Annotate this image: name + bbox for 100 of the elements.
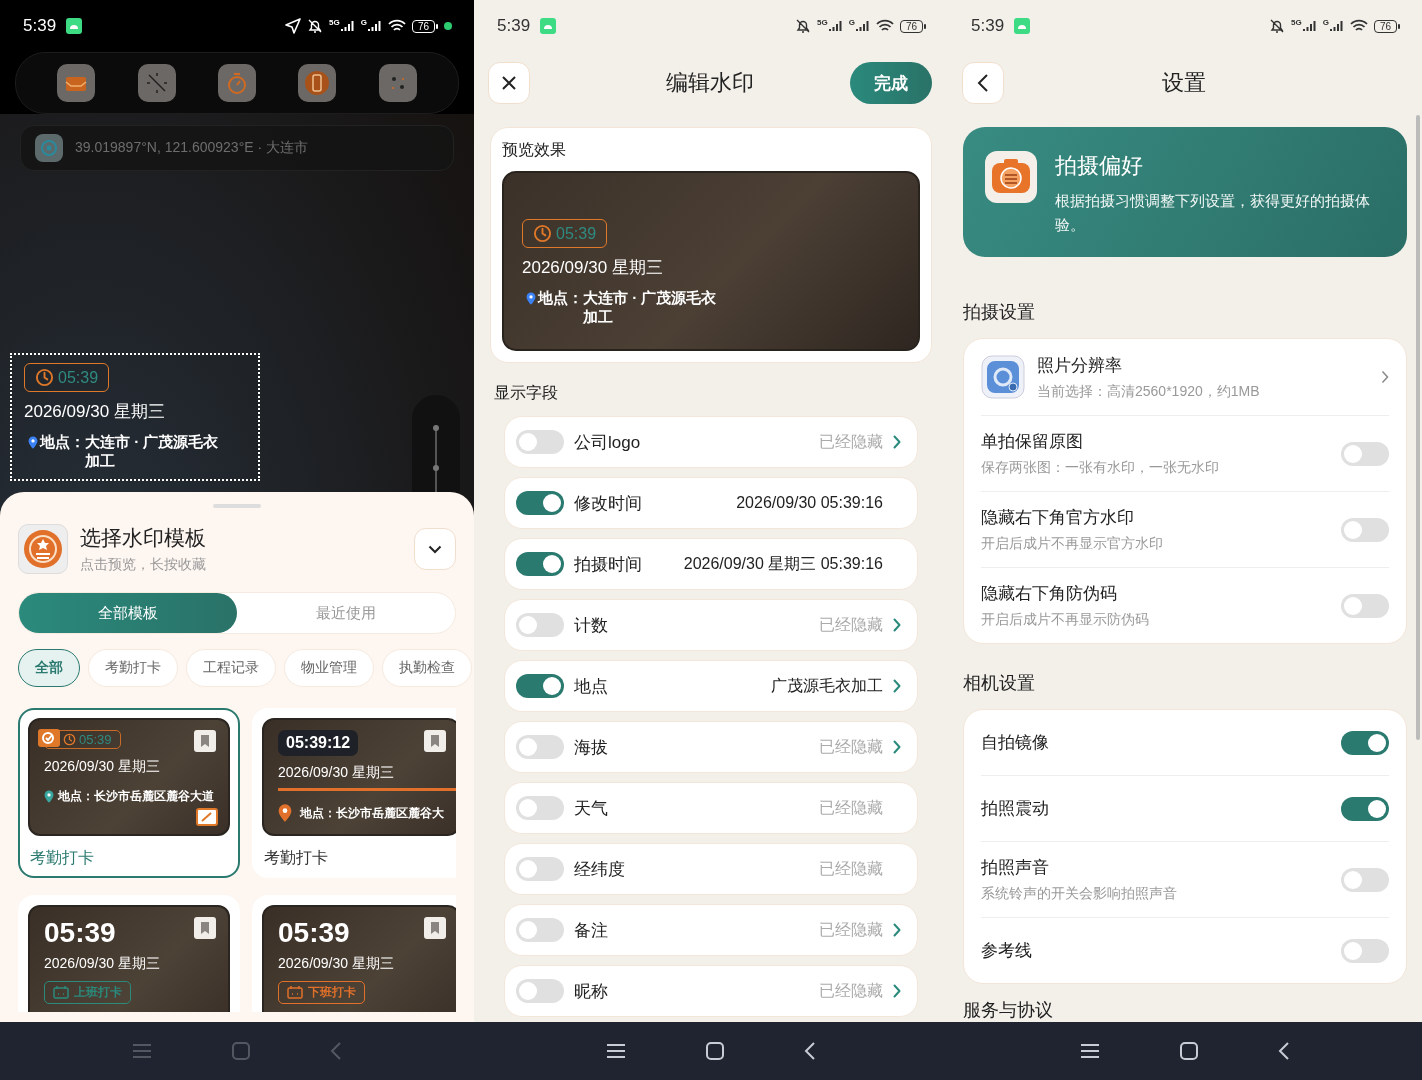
calendar-icon <box>287 986 303 999</box>
toggle-switch[interactable] <box>1341 938 1389 963</box>
category-chip[interactable]: 物业管理 <box>284 649 374 687</box>
setting-title: 隐藏右下角防伪码 <box>981 583 1118 605</box>
toggle-switch[interactable] <box>516 613 564 637</box>
section-heading: 显示字段 <box>494 383 559 403</box>
template-card[interactable]: 05:39 2026/09/30 星期三 上班打卡 <box>18 895 240 1012</box>
back-icon[interactable] <box>804 1042 816 1060</box>
field-value: 已经隐藏 <box>819 797 883 818</box>
bell-off-icon <box>1268 18 1285 34</box>
tab[interactable]: 全部模板 <box>19 593 237 633</box>
home-icon[interactable] <box>706 1042 724 1060</box>
coordinates-text: 39.019897°N, 121.600923°E · 大连市 <box>75 139 308 157</box>
field-row[interactable]: 天气 已经隐藏 <box>504 782 918 834</box>
drag-handle[interactable] <box>213 504 261 508</box>
toggle-switch[interactable] <box>516 857 564 881</box>
field-label: 计数 <box>574 614 608 637</box>
category-chip[interactable]: 工程记录 <box>186 649 276 687</box>
toggle-switch[interactable] <box>1341 796 1389 821</box>
field-row[interactable]: 经纬度 已经隐藏 <box>504 843 918 895</box>
calendar-icon <box>53 986 69 999</box>
setting-title: 参考线 <box>981 940 1033 962</box>
field-row[interactable]: 昵称 已经隐藏 <box>504 965 918 1017</box>
field-row[interactable]: 拍摄时间 2026/09/30 星期三 05:39:16 <box>504 538 918 590</box>
toggle-switch[interactable] <box>516 491 564 515</box>
template-location: 地点：长沙市岳麓区麓谷大 <box>300 804 444 822</box>
section-heading: 拍摄设置 <box>963 301 1036 324</box>
badge-icon <box>22 528 64 570</box>
toggle-switch[interactable] <box>516 796 564 820</box>
template-date: 2026/09/30 星期三 <box>278 955 395 973</box>
toggle-switch[interactable] <box>1341 593 1389 618</box>
phone-icon[interactable] <box>298 64 337 102</box>
template-card[interactable]: 05:39 2026/09/30 星期三 地点：长沙市岳麓区麓谷大道 考勤打卡 <box>18 708 240 878</box>
back-icon <box>977 73 989 93</box>
target-icon <box>38 137 60 159</box>
category-chip[interactable]: 全部 <box>18 649 80 687</box>
toggle-switch[interactable] <box>516 918 564 942</box>
bookmark-icon[interactable] <box>424 730 446 752</box>
watermark-frame[interactable]: 05:39 2026/09/30 星期三 地点：大连市 · 广茂源毛衣加工 <box>10 353 260 481</box>
timer-icon[interactable] <box>217 64 256 102</box>
field-label: 经纬度 <box>574 858 625 881</box>
field-label: 备注 <box>574 919 608 942</box>
status-time: 5:39 <box>23 16 57 36</box>
toggle-switch[interactable] <box>516 979 564 1003</box>
template-name: 考勤打卡 <box>29 848 95 868</box>
chevron-down-icon <box>428 544 442 554</box>
bookmark-icon[interactable] <box>194 730 216 752</box>
menu-icon[interactable] <box>606 1043 626 1059</box>
toggle-switch[interactable] <box>1341 517 1389 542</box>
toggle-switch[interactable] <box>516 735 564 759</box>
menu-icon[interactable] <box>1080 1043 1100 1059</box>
category-chip[interactable]: 考勤打卡 <box>88 649 178 687</box>
field-label: 地点 <box>574 675 608 698</box>
time-pill: 05:39:12 <box>278 730 359 756</box>
home-icon[interactable] <box>1180 1042 1198 1060</box>
status-time: 5:39 <box>497 16 531 36</box>
folder-icon[interactable] <box>57 64 96 102</box>
done-button[interactable]: 完成 <box>850 62 932 104</box>
field-row[interactable]: 公司logo 已经隐藏 <box>504 416 918 468</box>
section-heading: 服务与协议 <box>963 999 1054 1022</box>
signal-icon <box>1302 20 1317 32</box>
dots-icon[interactable] <box>378 64 417 102</box>
field-row[interactable]: 备注 已经隐藏 <box>504 904 918 956</box>
check-icon <box>38 729 60 747</box>
bookmark-icon[interactable] <box>424 917 446 939</box>
setting-title: 照片分辨率 <box>1037 354 1123 377</box>
time-badge: 05:39 <box>24 363 110 392</box>
scrollbar[interactable] <box>1416 115 1420 740</box>
setting-description: 系统铃声的开关会影响拍照声音 <box>981 885 1178 903</box>
network-type-label: G <box>848 17 855 27</box>
toggle-switch[interactable] <box>516 430 564 454</box>
field-label: 拍摄时间 <box>574 553 642 576</box>
bookmark-icon[interactable] <box>194 917 216 939</box>
toggle-switch[interactable] <box>1341 730 1389 755</box>
field-row[interactable]: 修改时间 2026/09/30 05:39:16 <box>504 477 918 529</box>
template-card[interactable]: 05:39 2026/09/30 星期三 下班打卡 <box>252 895 456 1012</box>
toggle-switch[interactable] <box>516 674 564 698</box>
signal-icon <box>828 20 843 32</box>
network-type-label: 5G <box>816 17 828 27</box>
field-row[interactable]: 计数 已经隐藏 <box>504 599 918 651</box>
field-label: 海拔 <box>574 736 608 759</box>
close-button[interactable] <box>488 62 530 104</box>
toggle-switch[interactable] <box>1341 441 1389 466</box>
field-row[interactable]: 地点 广茂源毛衣加工 <box>504 660 918 712</box>
android-icon <box>540 18 557 34</box>
location-arrow-icon <box>284 18 301 34</box>
status-time: 5:39 <box>971 16 1005 36</box>
setting-title: 隐藏右下角官方水印 <box>981 507 1135 529</box>
chevron-right-icon[interactable] <box>1381 370 1389 384</box>
back-icon[interactable] <box>1278 1042 1290 1060</box>
back-button[interactable] <box>962 62 1004 104</box>
field-row[interactable]: 海拔 已经隐藏 <box>504 721 918 773</box>
template-card[interactable]: 05:39:12 2026/09/30 星期三 地点：长沙市岳麓区麓谷大 考勤打卡 <box>252 708 456 878</box>
category-chip[interactable]: 执勤检查 <box>382 649 472 687</box>
location-label: 地点： <box>538 289 583 308</box>
edit-icon[interactable] <box>196 808 218 826</box>
clock-in-tag: 上班打卡 <box>44 981 131 1004</box>
toggle-switch[interactable] <box>1341 867 1389 892</box>
setting-description: 当前选择：高清2560*1920，约1MB <box>1037 382 1261 401</box>
toggle-switch[interactable] <box>516 552 564 576</box>
